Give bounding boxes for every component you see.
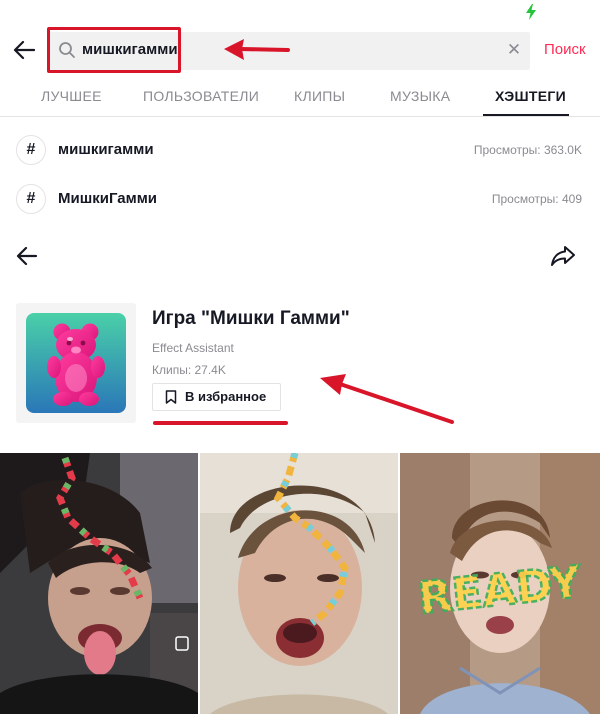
effect-clips-count: Клипы: 27.4K (152, 363, 226, 377)
effect-title: Игра "Мишки Гамми" (152, 308, 350, 329)
hash-icon: # (16, 135, 46, 165)
annotation-arrow-left (224, 39, 290, 60)
annotation-arrow-left (320, 374, 454, 424)
back-arrow-icon (16, 246, 38, 266)
annotation-highlight-box (47, 27, 181, 73)
hash-icon: # (16, 184, 46, 214)
share-button[interactable] (548, 242, 578, 270)
tab-music[interactable]: МУЗЫКА (390, 86, 450, 116)
tab-best[interactable]: ЛУЧШЕЕ (41, 86, 102, 116)
battery-charging-icon (526, 4, 536, 20)
tab-clips[interactable]: КЛИПЫ (294, 86, 345, 116)
hashtag-views: Просмотры: 363.0K (473, 143, 582, 157)
video-thumbnail[interactable]: READY (400, 453, 600, 714)
hashtag-row[interactable]: # мишкигамми Просмотры: 363.0K (0, 127, 600, 173)
video-thumbnail[interactable] (200, 453, 398, 714)
hashtag-row[interactable]: # МишкиГамми Просмотры: 409 (0, 175, 600, 221)
video-preview-image (0, 453, 198, 714)
tab-users[interactable]: ПОЛЬЗОВАТЕЛИ (143, 86, 259, 116)
bookmark-icon (165, 390, 177, 404)
detail-back-button[interactable] (12, 242, 42, 270)
share-icon (551, 246, 575, 266)
hashtag-name: мишкигамми (58, 141, 154, 158)
tab-hashtags[interactable]: ХЭШТЕГИ (495, 86, 566, 116)
favorites-label: В избранное (185, 389, 267, 404)
video-preview-image (200, 453, 398, 714)
effect-author[interactable]: Effect Assistant (152, 340, 234, 356)
back-arrow-icon (13, 40, 35, 60)
video-thumbnail[interactable] (0, 453, 198, 714)
clear-icon[interactable]: ✕ (504, 40, 524, 60)
gummy-bear-icon[interactable] (26, 313, 126, 413)
hashtag-views: Просмотры: 409 (491, 192, 582, 206)
annotation-underline (153, 421, 288, 425)
tabs-divider (0, 116, 600, 117)
add-to-favorites-button[interactable]: В избранное (152, 383, 281, 411)
video-preview-image: READY (400, 453, 600, 714)
search-submit-button[interactable]: Поиск (544, 40, 586, 60)
back-button[interactable] (10, 36, 38, 64)
hashtag-name: МишкиГамми (58, 190, 158, 207)
